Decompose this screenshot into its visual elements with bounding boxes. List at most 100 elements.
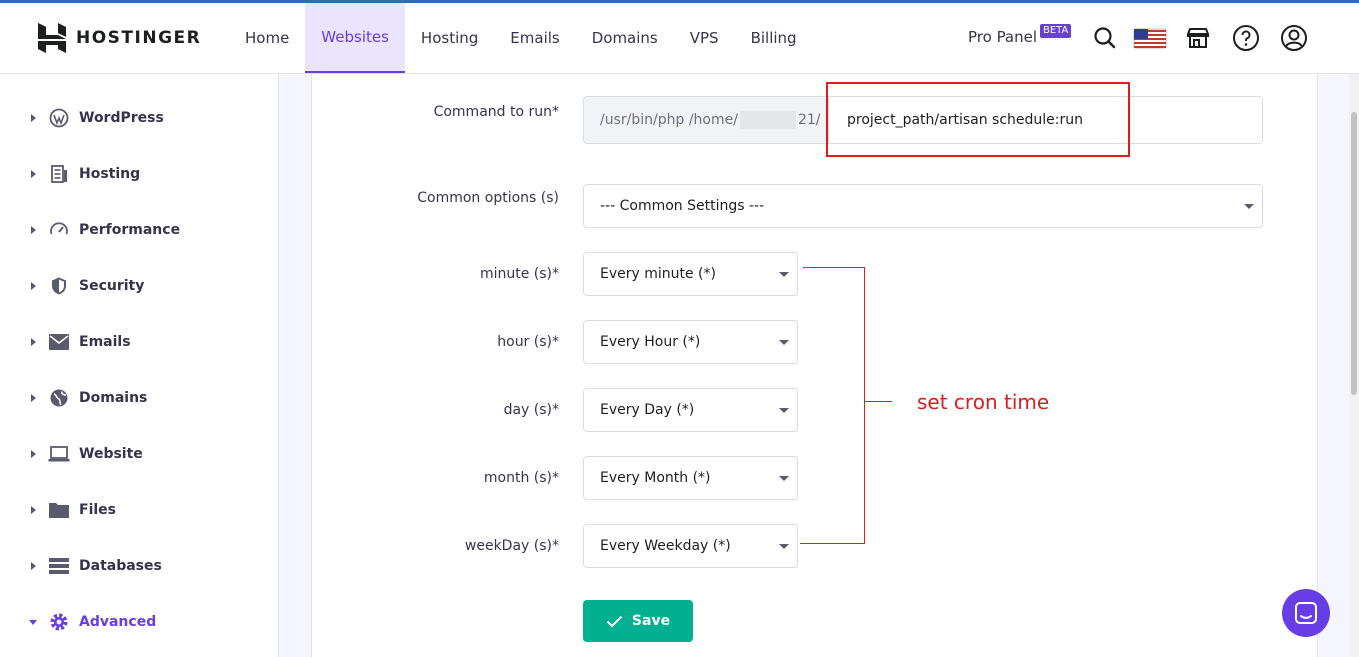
- cron-job-form-card: [311, 74, 1318, 657]
- beta-badge: BETA: [1040, 24, 1072, 38]
- caret-right-icon: [31, 394, 36, 402]
- search-icon[interactable]: [1092, 25, 1118, 51]
- annotation-line-vertical: [864, 267, 865, 544]
- caret-right-icon: [31, 114, 36, 122]
- command-prefix: /usr/bin/php /home/ 21/: [583, 96, 828, 144]
- caret-right-icon: [31, 338, 36, 346]
- sidebar-item-wordpress[interactable]: WordPress: [0, 98, 279, 138]
- caret-right-icon: [31, 450, 36, 458]
- weekday-value: Every Weekday (*): [600, 538, 731, 554]
- nav-websites[interactable]: Websites: [305, 3, 405, 73]
- common-options-label: Common options (s): [417, 190, 559, 206]
- nav-home[interactable]: Home: [229, 3, 305, 73]
- weekday-label: weekDay (s)*: [464, 538, 559, 554]
- help-icon[interactable]: [1232, 24, 1260, 52]
- caret-right-icon: [31, 506, 36, 514]
- sidebar-item-label: Hosting: [79, 166, 141, 182]
- hostinger-logo-icon: [38, 23, 66, 53]
- weekday-select[interactable]: Every Weekday (*): [583, 524, 798, 568]
- redacted-username: [739, 111, 796, 129]
- caret-right-icon: [31, 282, 36, 290]
- minute-label: minute (s)*: [479, 266, 559, 282]
- check-icon: [606, 615, 623, 627]
- top-header: HOSTINGER Home Websites Hosting Emails D…: [0, 3, 1359, 74]
- sidebar-item-domains[interactable]: Domains: [0, 378, 279, 418]
- sidebar-item-performance[interactable]: Performance: [0, 210, 279, 250]
- save-label: Save: [631, 613, 671, 629]
- month-label: month (s)*: [483, 470, 559, 486]
- sidebar-item-label: Website: [79, 446, 143, 462]
- laptop-icon: [48, 443, 70, 465]
- scrollbar-thumb[interactable]: [1351, 112, 1357, 395]
- sidebar-item-label: Emails: [79, 334, 131, 350]
- gear-icon: [48, 611, 70, 633]
- nav-vps[interactable]: VPS: [674, 3, 735, 73]
- common-options-value: --- Common Settings ---: [600, 198, 765, 214]
- scrollbar[interactable]: [1349, 74, 1359, 657]
- common-options-select[interactable]: --- Common Settings ---: [583, 184, 1263, 228]
- sidebar-item-databases[interactable]: Databases: [0, 546, 279, 586]
- chevron-down-icon: [779, 272, 789, 277]
- caret-right-icon: [31, 562, 36, 570]
- day-label: day (s)*: [503, 402, 559, 418]
- caret-right-icon: [31, 226, 36, 234]
- database-icon: [48, 555, 70, 577]
- sidebar-item-label: WordPress: [79, 110, 164, 126]
- annotation-line-bottom: [800, 543, 865, 544]
- sidebar-item-label: Domains: [79, 390, 148, 406]
- main-nav: Home Websites Hosting Emails Domains VPS…: [229, 3, 813, 73]
- month-value: Every Month (*): [600, 470, 711, 486]
- gauge-icon: [48, 219, 70, 241]
- store-icon[interactable]: [1185, 25, 1211, 51]
- chevron-down-icon: [779, 340, 789, 345]
- caret-down-icon: [29, 619, 37, 625]
- minute-select[interactable]: Every minute (*): [583, 252, 798, 296]
- shield-icon: [48, 275, 70, 297]
- nav-domains[interactable]: Domains: [576, 3, 674, 73]
- sidebar-item-label: Databases: [79, 558, 162, 574]
- annotation-line-pointer: [865, 401, 892, 402]
- nav-hosting[interactable]: Hosting: [405, 3, 494, 73]
- globe-icon: [48, 387, 70, 409]
- server-icon: [48, 163, 70, 185]
- month-select[interactable]: Every Month (*): [583, 456, 798, 500]
- sidebar-item-website[interactable]: Website: [0, 434, 279, 474]
- nav-billing[interactable]: Billing: [735, 3, 813, 73]
- sidebar-item-hosting[interactable]: Hosting: [0, 154, 279, 194]
- annotation-line-top: [803, 267, 865, 268]
- wordpress-icon: [48, 107, 70, 129]
- chevron-down-icon: [779, 544, 789, 549]
- chat-button[interactable]: [1282, 589, 1330, 637]
- annotation-text: set cron time: [917, 390, 1050, 414]
- account-icon[interactable]: [1280, 24, 1308, 52]
- chevron-down-icon: [779, 408, 789, 413]
- brand-name: HOSTINGER: [76, 28, 202, 48]
- envelope-icon: [48, 331, 70, 353]
- hour-select[interactable]: Every Hour (*): [583, 320, 798, 364]
- sidebar-item-label: Security: [79, 278, 145, 294]
- nav-emails[interactable]: Emails: [494, 3, 575, 73]
- command-label: Command to run*: [433, 104, 559, 120]
- sidebar-item-files[interactable]: Files: [0, 490, 279, 530]
- sidebar: WordPress Hosting Performance Security E…: [0, 74, 279, 657]
- command-prefix-start: /usr/bin/php /home/: [600, 112, 738, 128]
- sidebar-item-security[interactable]: Security: [0, 266, 279, 306]
- caret-right-icon: [31, 170, 36, 178]
- save-button[interactable]: Save: [583, 600, 693, 642]
- hostinger-logo[interactable]: HOSTINGER: [38, 23, 201, 53]
- sidebar-item-label: Performance: [79, 222, 181, 238]
- minute-value: Every minute (*): [600, 266, 716, 282]
- command-prefix-end: 21/: [797, 112, 821, 128]
- chevron-down-icon: [779, 476, 789, 481]
- day-value: Every Day (*): [600, 402, 695, 418]
- sidebar-item-emails[interactable]: Emails: [0, 322, 279, 362]
- us-flag-icon[interactable]: [1133, 25, 1167, 51]
- hour-label: hour (s)*: [497, 334, 559, 350]
- folder-icon: [48, 499, 70, 521]
- sidebar-item-label: Advanced: [79, 614, 157, 630]
- pro-panel-link[interactable]: Pro Panel: [968, 28, 1037, 46]
- sidebar-item-label: Files: [79, 502, 116, 518]
- highlight-box: [826, 82, 1130, 157]
- sidebar-item-advanced[interactable]: Advanced: [0, 602, 279, 642]
- day-select[interactable]: Every Day (*): [583, 388, 798, 432]
